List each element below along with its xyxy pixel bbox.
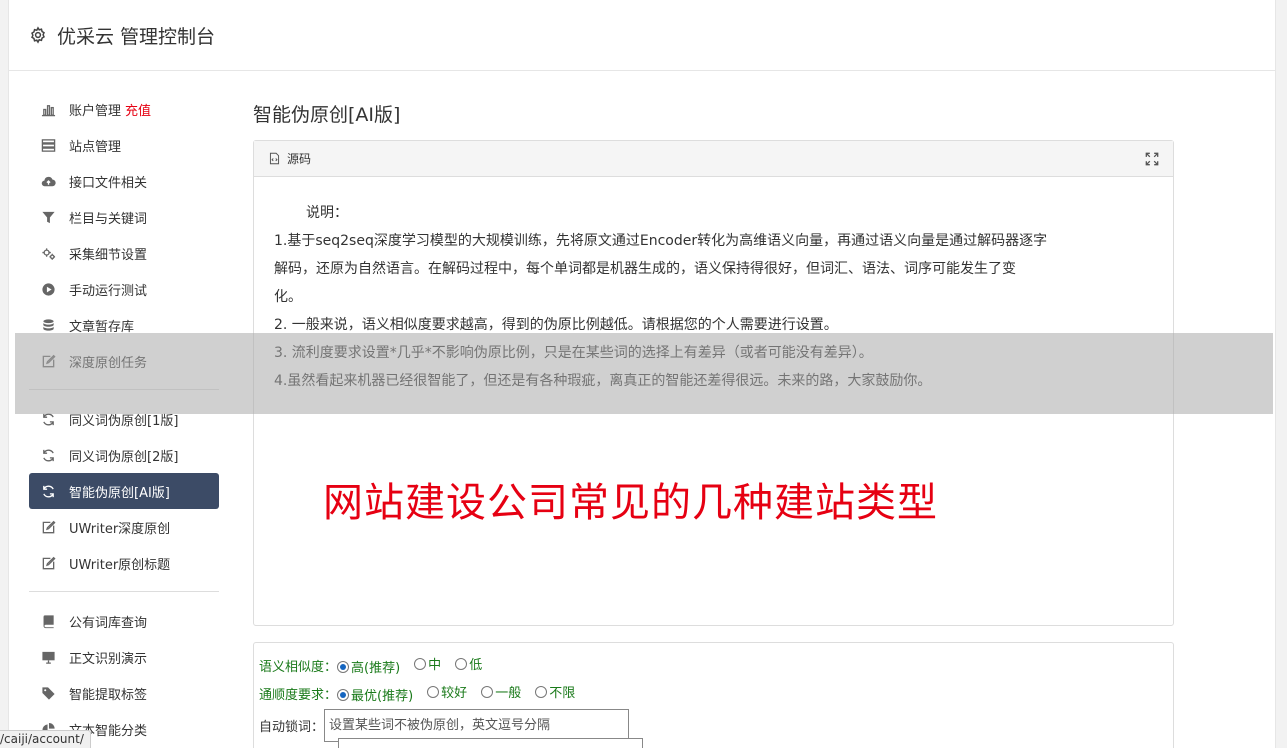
sidebar-item-group1-3[interactable]: 栏目与关键词 xyxy=(29,199,219,235)
similarity-label: 语义相似度： xyxy=(259,659,338,675)
sidebar-item-group3-2[interactable]: 智能提取标签 xyxy=(29,675,219,711)
sidebar-item-label: 智能伪原创[AI版] xyxy=(69,485,170,501)
sidebar-item-label: UWriter深度原创 xyxy=(69,521,171,537)
similarity-option-1[interactable]: 中 xyxy=(414,654,441,673)
intro-text: 说明： xyxy=(306,205,348,221)
fluency-option-2[interactable]: 一般 xyxy=(481,682,521,701)
fluency-row: 通顺度要求： 最优(推荐) 较好 一般 不限 xyxy=(259,679,1168,707)
radio-button[interactable] xyxy=(337,688,350,701)
sidebar-item-label: 智能提取标签 xyxy=(69,687,148,703)
sidebar-item-group1-4[interactable]: 采集细节设置 xyxy=(29,235,219,271)
editor-line: 解码，还原为自然语言。在解码过程中，每个单词都是机器生成的，语义保持得很好，但词… xyxy=(274,261,1016,277)
radio-label: 低 xyxy=(469,658,483,673)
cogs-icon xyxy=(40,245,56,261)
radio-button[interactable] xyxy=(337,660,350,673)
edit-icon xyxy=(40,555,56,571)
editor-toolbar: 源码 xyxy=(254,141,1173,177)
editor-line: 1.基于seq2seq深度学习模型的大规模训练，先将原文通过Encoder转化为… xyxy=(274,233,1048,249)
sidebar-item-label: 同义词伪原创[2版] xyxy=(69,449,179,465)
filter-icon xyxy=(40,209,56,225)
fluency-option-0[interactable]: 最优(推荐) xyxy=(337,685,413,704)
status-url: /caiji/account/ xyxy=(0,730,91,748)
radio-label: 最优(推荐) xyxy=(351,689,414,704)
server-icon xyxy=(40,137,56,153)
settings-form: 语义相似度： 高(推荐) 中 低 通顺度要求： 最优(推荐) 较好 一般 不限 自动锁词： xyxy=(253,642,1174,748)
watermark-text: 网站建设公司常见的几种建站类型 xyxy=(323,480,938,526)
editor-line: 化。 xyxy=(274,289,302,305)
radio-button[interactable] xyxy=(455,657,468,670)
sidebar-item-label: 栏目与关键词 xyxy=(69,211,148,227)
refresh-icon xyxy=(40,483,56,499)
refresh-icon xyxy=(40,447,56,463)
fullscreen-icon[interactable] xyxy=(1145,152,1159,166)
book-icon xyxy=(40,613,56,629)
gray-overlay-band xyxy=(15,333,1273,414)
bar-chart-icon xyxy=(40,101,56,117)
lock-label: 自动锁词： xyxy=(259,719,325,735)
radio-button[interactable] xyxy=(535,685,548,698)
app-title: 优采云 管理控制台 xyxy=(57,25,216,48)
sidebar-item-label: 接口文件相关 xyxy=(69,175,148,191)
sidebar-item-label: 文章暂存库 xyxy=(69,319,135,335)
sidebar-item-group2-2[interactable]: 智能伪原创[AI版] xyxy=(29,473,219,509)
sidebar-item-label: 站点管理 xyxy=(69,139,122,155)
cloud-upload-icon xyxy=(40,173,56,189)
sidebar-item-group2-3[interactable]: UWriter深度原创 xyxy=(29,509,219,545)
sidebar-item-group1-1[interactable]: 站点管理 xyxy=(29,127,219,163)
tag-icon xyxy=(40,685,56,701)
secondary-input[interactable] xyxy=(338,738,643,748)
sidebar-item-label: 账户管理 xyxy=(69,103,122,119)
radio-label: 中 xyxy=(428,658,442,673)
source-code-icon[interactable] xyxy=(268,152,281,165)
radio-label: 高(推荐) xyxy=(351,661,401,676)
lock-words-input[interactable] xyxy=(324,708,630,742)
similarity-option-2[interactable]: 低 xyxy=(455,654,482,673)
header: 优采云 管理控制台 xyxy=(9,0,1275,71)
gear-icon xyxy=(31,26,45,44)
fluency-option-1[interactable]: 较好 xyxy=(427,682,467,701)
sidebar-item-group1-5[interactable]: 手动运行测试 xyxy=(29,271,219,307)
radio-button[interactable] xyxy=(414,657,427,670)
play-circle-icon xyxy=(40,281,56,297)
sidebar: 账户管理充值站点管理接口文件相关栏目与关键词采集细节设置手动运行测试文章暂存库深… xyxy=(29,91,219,747)
page-title: 智能伪原创[AI版] xyxy=(253,104,401,126)
sidebar-item-label: 正文识别演示 xyxy=(69,651,148,667)
database-icon xyxy=(40,317,56,333)
sidebar-item-label: 采集细节设置 xyxy=(69,247,148,263)
monitor-icon xyxy=(40,649,56,665)
fluency-option-3[interactable]: 不限 xyxy=(535,682,575,701)
radio-label: 一般 xyxy=(495,686,522,701)
fluency-label: 通顺度要求： xyxy=(259,687,338,703)
sidebar-item-group3-1[interactable]: 正文识别演示 xyxy=(29,639,219,675)
sidebar-item-label: UWriter原创标题 xyxy=(69,557,171,573)
sidebar-divider xyxy=(29,591,219,592)
radio-button[interactable] xyxy=(481,685,494,698)
radio-label: 较好 xyxy=(441,686,468,701)
sidebar-item-group2-4[interactable]: UWriter原创标题 xyxy=(29,545,219,581)
sidebar-item-label: 手动运行测试 xyxy=(69,283,148,299)
similarity-option-0[interactable]: 高(推荐) xyxy=(337,657,400,676)
sidebar-item-group1-0[interactable]: 账户管理 充值 xyxy=(29,91,219,127)
similarity-row: 语义相似度： 高(推荐) 中 低 xyxy=(259,651,1168,679)
sidebar-item-label: 公有词库查询 xyxy=(69,615,148,631)
radio-label: 不限 xyxy=(549,686,576,701)
edit-icon xyxy=(40,519,56,535)
source-code-button[interactable]: 源码 xyxy=(287,150,311,167)
sidebar-item-group1-2[interactable]: 接口文件相关 xyxy=(29,163,219,199)
sidebar-item-group2-1[interactable]: 同义词伪原创[2版] xyxy=(29,437,219,473)
recharge-link[interactable]: 充值 xyxy=(125,100,151,119)
sidebar-item-group3-0[interactable]: 公有词库查询 xyxy=(29,603,219,639)
radio-button[interactable] xyxy=(427,685,440,698)
